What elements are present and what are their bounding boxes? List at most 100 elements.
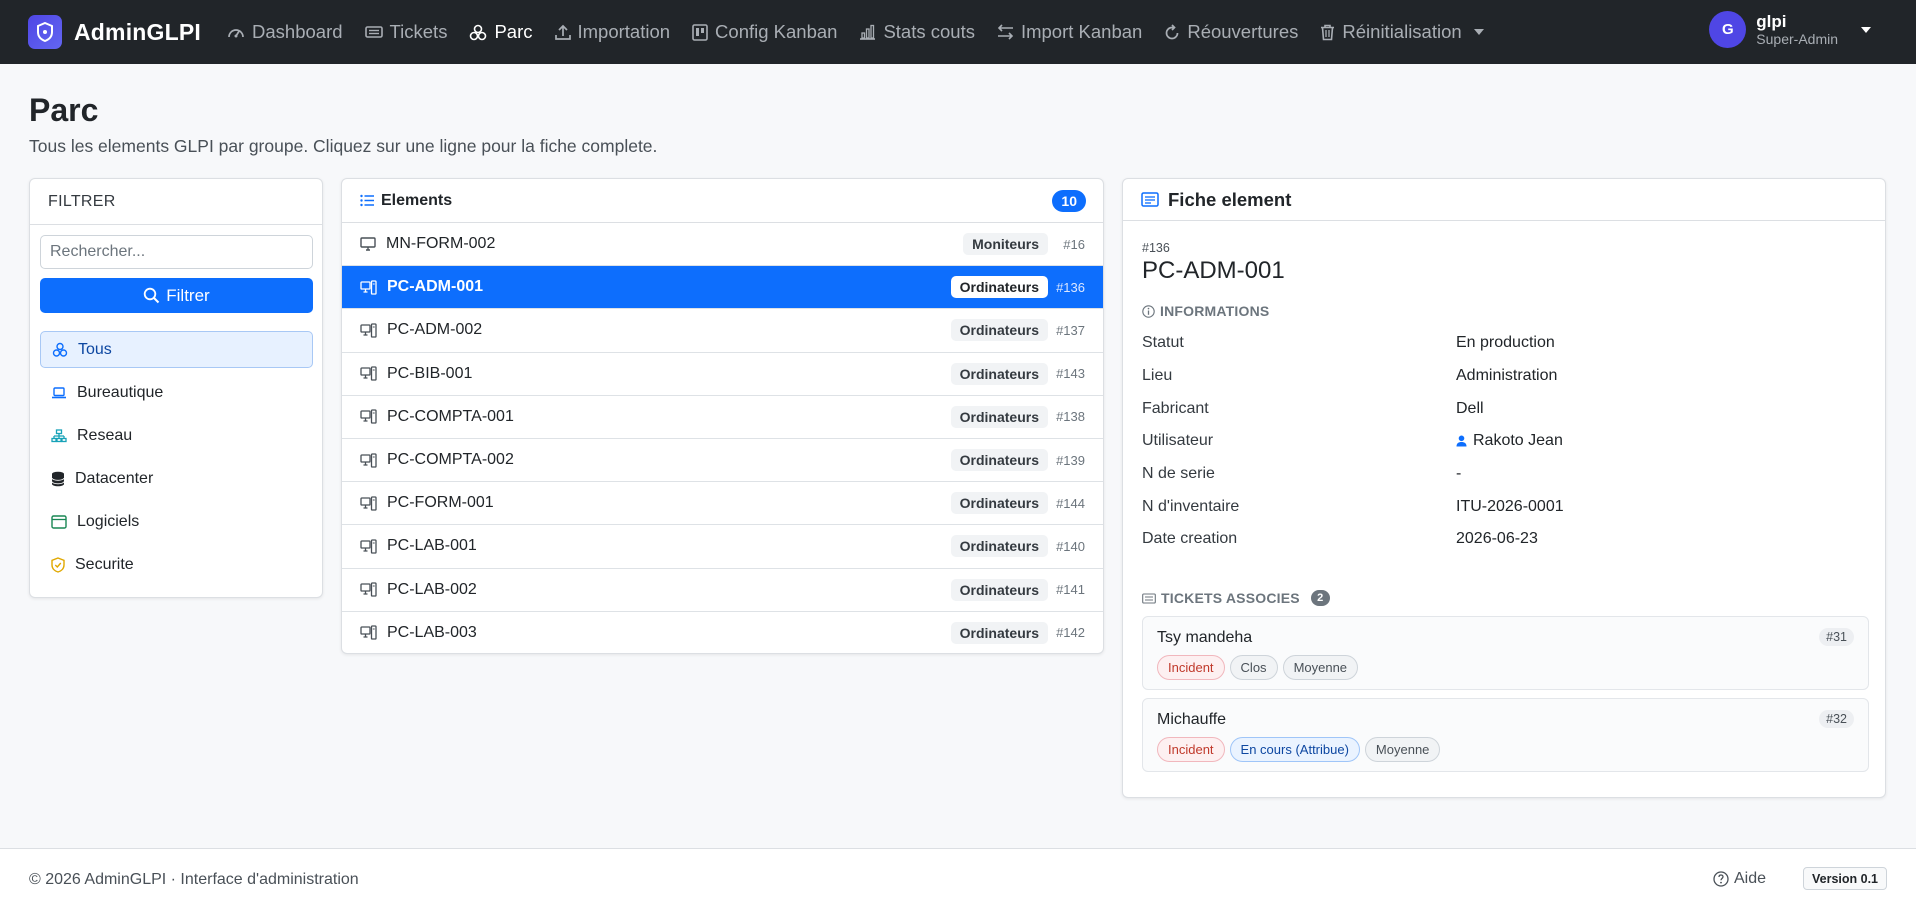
nav-reouvertures[interactable]: Réouvertures xyxy=(1164,21,1298,43)
nav-import-kanban[interactable]: Import Kanban xyxy=(997,21,1142,43)
ticket-card[interactable]: Michauffe #32 Incident En cours (Attribu… xyxy=(1142,698,1869,772)
nav-stats-couts[interactable]: Stats couts xyxy=(859,21,975,43)
nav-parc-label: Parc xyxy=(494,21,533,42)
element-type-badge: Ordinateurs xyxy=(950,276,1048,299)
info-label: Utilisateur xyxy=(1142,432,1214,449)
ticket-card[interactable]: Tsy mandeha #31 Incident Clos Moyenne xyxy=(1142,616,1869,690)
element-row[interactable]: PC-LAB-001 Ordinateurs #140 xyxy=(342,525,1103,569)
pc-tower-icon xyxy=(360,582,377,597)
avatar: G xyxy=(1709,11,1747,48)
element-type-badge: Ordinateurs xyxy=(950,578,1048,601)
ticket-tags: Incident En cours (Attribue) Moyenne xyxy=(1157,737,1441,762)
group-item-label: Reseau xyxy=(77,426,133,444)
info-value-text: ITU-2026-0001 xyxy=(1456,498,1564,515)
nav-importation-label: Importation xyxy=(577,21,671,42)
filter-panel: FILTRER Filtrer Tous Bureautique Reseau … xyxy=(29,178,323,598)
element-id: #137 xyxy=(1056,322,1085,338)
user-name: glpi xyxy=(1756,11,1787,31)
ticket-status-badge: En cours (Attribue) xyxy=(1229,737,1360,762)
element-row[interactable]: PC-FORM-001 Ordinateurs #144 xyxy=(342,482,1103,526)
element-row[interactable]: PC-LAB-003 Ordinateurs #142 xyxy=(342,612,1103,653)
window-icon xyxy=(51,514,67,529)
element-row[interactable]: PC-BIB-001 Ordinateurs #143 xyxy=(342,353,1103,396)
element-id: #143 xyxy=(1056,366,1085,382)
group-list: Tous Bureautique Reseau Datacenter Logic… xyxy=(40,331,313,589)
group-item-bureautique[interactable]: Bureautique xyxy=(40,374,313,411)
filter-button[interactable]: Filtrer xyxy=(40,278,313,313)
element-type-badge: Ordinateurs xyxy=(950,362,1048,385)
elements-count-badge: 10 xyxy=(1052,190,1086,212)
info-value-text: Dell xyxy=(1456,400,1484,417)
filter-button-label: Filtrer xyxy=(166,285,210,305)
group-item-label: Bureautique xyxy=(77,383,164,401)
nav-tickets[interactable]: Tickets xyxy=(364,21,448,43)
element-type-badge: Ordinateurs xyxy=(950,535,1048,558)
speedometer-icon xyxy=(228,29,244,38)
fiche-panel: Fiche element #136 PC-ADM-001 INFORMATIO… xyxy=(1122,178,1886,798)
informations-heading-label: INFORMATIONS xyxy=(1160,303,1270,319)
nav-dashboard-label: Dashboard xyxy=(252,21,343,42)
info-value: En production xyxy=(1456,334,1555,352)
ticket-title: Tsy mandeha xyxy=(1157,629,1253,646)
group-item-securite[interactable]: Securite xyxy=(40,546,313,583)
nav-importation[interactable]: Importation xyxy=(554,21,671,43)
shield-icon xyxy=(51,556,65,573)
laptop-icon xyxy=(52,386,66,398)
group-item-datacenter[interactable]: Datacenter xyxy=(40,460,313,497)
element-name: PC-FORM-001 xyxy=(387,494,494,512)
element-row[interactable]: PC-COMPTA-002 Ordinateurs #139 xyxy=(342,439,1103,483)
info-circle-icon xyxy=(1142,304,1155,318)
elements-panel: Elements 10 MN-FORM-002 Moniteurs #16 PC-AD… xyxy=(341,178,1104,654)
nav-parc[interactable]: Parc xyxy=(469,21,533,43)
ticket-type-badge: Incident xyxy=(1157,655,1225,680)
element-row[interactable]: MN-FORM-002 Moniteurs #16 xyxy=(342,223,1103,267)
pc-tower-icon xyxy=(360,366,377,381)
search-input[interactable] xyxy=(40,235,313,269)
nav-dashboard[interactable]: Dashboard xyxy=(227,21,343,43)
info-value: Administration xyxy=(1456,367,1557,385)
brand[interactable]: AdminGLPI xyxy=(28,15,201,49)
pc-tower-icon xyxy=(360,539,377,554)
nav-stats-couts-label: Stats couts xyxy=(883,21,975,42)
nav-reouvertures-label: Réouvertures xyxy=(1187,21,1299,42)
footer-copyright: © 2026 AdminGLPI · Interface d'administr… xyxy=(29,871,359,888)
trash-icon xyxy=(1321,24,1335,40)
bar-chart-icon xyxy=(860,24,876,40)
pc-tower-icon xyxy=(360,280,377,295)
group-item-tous[interactable]: Tous xyxy=(40,331,313,368)
element-row[interactable]: PC-ADM-001 Ordinateurs #136 xyxy=(342,266,1103,310)
help-link[interactable]: Aide xyxy=(1713,870,1766,888)
user-menu[interactable]: G glpi Super-Admin xyxy=(1709,11,1872,48)
nav-reinitialisation[interactable]: Réinitialisation xyxy=(1320,21,1484,43)
brand-shield-icon xyxy=(28,15,62,49)
informations-heading: INFORMATIONS xyxy=(1142,303,1269,319)
nav-config-kanban[interactable]: Config Kanban xyxy=(692,21,837,43)
card-text-icon xyxy=(1141,192,1159,207)
ticket-id: #32 xyxy=(1819,710,1854,728)
elements-heading: Elements xyxy=(381,191,453,209)
pc-tower-icon xyxy=(360,452,377,468)
info-value-text: Administration xyxy=(1456,367,1558,384)
main-nav: Dashboard Tickets Parc Importation Confi… xyxy=(227,21,1485,43)
element-row[interactable]: PC-COMPTA-001 Ordinateurs #138 xyxy=(342,396,1103,439)
pc-tower-icon xyxy=(360,409,377,424)
ticket-icon xyxy=(1142,592,1156,604)
group-item-label: Logiciels xyxy=(77,512,140,530)
group-item-logiciels[interactable]: Logiciels xyxy=(40,503,313,540)
element-row[interactable]: PC-LAB-002 Ordinateurs #141 xyxy=(342,569,1103,612)
element-name: PC-LAB-001 xyxy=(387,537,477,555)
element-row[interactable]: PC-ADM-002 Ordinateurs #137 xyxy=(342,309,1103,353)
top-navbar: AdminGLPI Dashboard Tickets Parc Importa… xyxy=(0,0,1916,64)
element-type-badge: Ordinateurs xyxy=(950,621,1048,644)
group-item-reseau[interactable]: Reseau xyxy=(40,417,313,454)
help-link-label: Aide xyxy=(1733,870,1766,887)
nav-tickets-label: Tickets xyxy=(389,21,448,42)
info-value-text: 2026-06-23 xyxy=(1456,530,1538,547)
info-row-lieu: Lieu Administration xyxy=(1142,367,1842,391)
tickets-heading-label: TICKETS ASSOCIES xyxy=(1161,590,1300,606)
info-value-text: - xyxy=(1456,465,1462,482)
info-value: 2026-06-23 xyxy=(1456,530,1538,548)
info-row-date-creation: Date creation 2026-06-23 xyxy=(1142,530,1842,554)
caret-down-icon xyxy=(1473,29,1484,35)
info-row-fabricant: Fabricant Dell xyxy=(1142,400,1842,424)
